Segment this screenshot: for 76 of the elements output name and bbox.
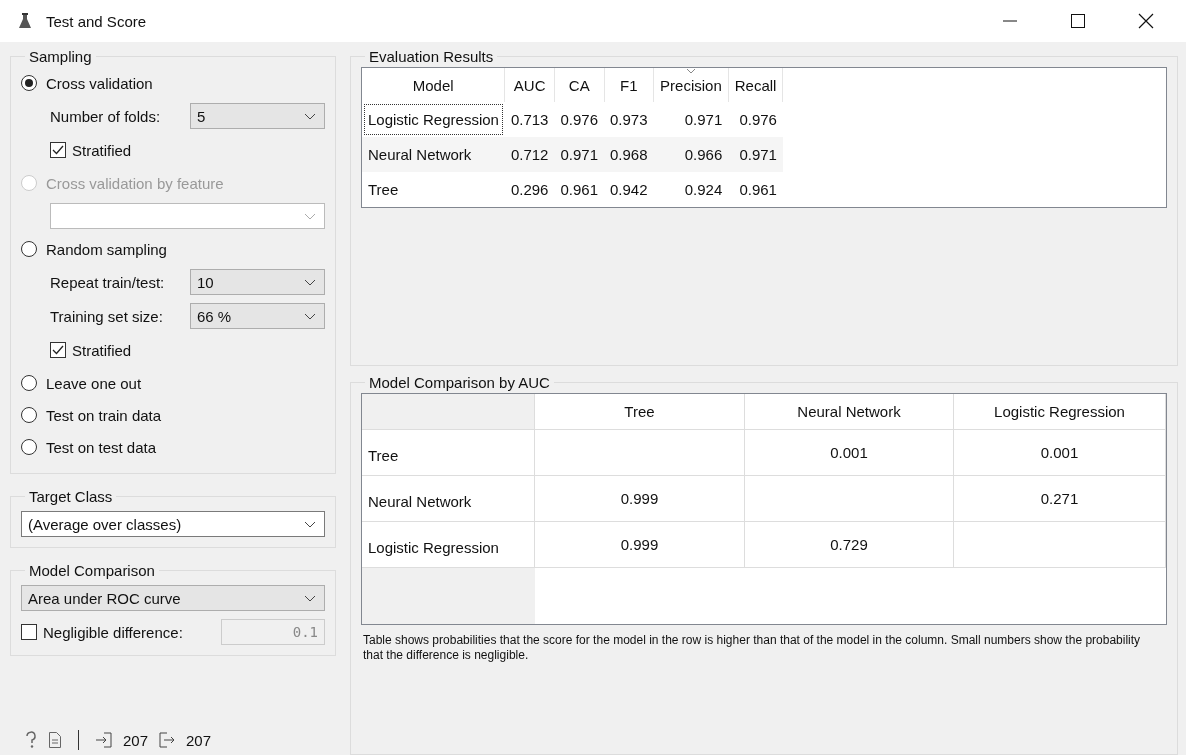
table-note: Table shows probabilities that the score for the model in the row is higher than that of the model in the column. Small numbers show the probability that the difference is negligible. [362,632,1142,663]
probability-cell: 0.999 [535,522,745,568]
model-name-cell: Logistic Regression [362,102,505,137]
checkbox[interactable]: Stratified [50,341,132,359]
group-title: Target Class [28,488,114,505]
field-label: Training set size: [50,307,164,325]
row-header: Logistic Regression [362,522,535,568]
group-title: Model Comparison by AUC [368,374,551,391]
score-cell: 0.976 [728,102,783,137]
column-header[interactable]: AUC [504,68,555,102]
radio-option[interactable]: Cross validation [21,67,325,99]
document-icon[interactable] [48,731,62,749]
flask-icon [18,12,32,30]
output-count: 207 [186,731,212,749]
chevron-down-icon [304,312,316,320]
score-cell: 0.713 [504,102,555,137]
maximize-icon[interactable] [1070,13,1086,29]
radio-option[interactable]: Test on train data [21,399,325,431]
radio-option[interactable]: Random sampling [21,233,325,265]
chevron-down-icon [304,594,316,602]
model-name-cell: Neural Network [362,137,505,172]
score-cell: 0.296 [504,172,555,207]
group-title: Sampling [28,48,93,65]
dropdown[interactable]: Area under ROC curve [21,585,325,611]
score-cell: 0.971 [728,137,783,172]
column-header: Tree [535,394,745,430]
score-cell: 0.942 [604,172,654,207]
dropdown[interactable]: 10 [190,269,325,295]
checkmark-icon [52,345,64,355]
radio-option[interactable]: Test on test data [21,431,325,463]
column-header[interactable]: Model [362,68,505,102]
column-header[interactable]: F1 [604,68,654,102]
window-title: Test and Score [46,12,147,30]
score-cell: 0.968 [604,137,654,172]
group-title: Model Comparison [28,562,156,579]
dropdown[interactable]: 5 [190,103,325,129]
score-cell: 0.966 [653,137,729,172]
chevron-down-icon [304,520,316,528]
close-icon[interactable] [1138,13,1154,29]
model-name-cell: Tree [362,172,505,207]
probability-cell: 0.001 [745,430,954,476]
output-icon [158,731,177,749]
probability-cell: 0.001 [954,430,1166,476]
probability-cell: 0.271 [954,476,1166,522]
score-cell: 0.924 [653,172,729,207]
column-header[interactable]: CA [554,68,604,102]
checkmark-icon [52,145,64,155]
column-header[interactable]: Precision [653,68,729,102]
radio-option[interactable]: Leave one out [21,367,325,399]
row-header: Neural Network [362,476,535,522]
help-icon[interactable] [24,731,38,749]
score-cell: 0.976 [554,102,604,137]
column-header: Neural Network [745,394,954,430]
field-label: Number of folds: [50,107,162,125]
chevron-down-icon [304,112,316,120]
score-cell: 0.971 [554,137,604,172]
chevron-down-icon [304,278,316,286]
score-cell: 0.973 [604,102,654,137]
chevron-down-icon [304,212,316,220]
checkbox[interactable]: Stratified [50,141,132,159]
score-cell: 0.712 [504,137,555,172]
score-cell: 0.961 [554,172,604,207]
checkbox[interactable]: Negligible difference: [21,623,183,641]
row-header: Tree [362,430,535,476]
probability-cell: 0.999 [535,476,745,522]
input-icon [95,731,113,749]
score-cell: 0.971 [653,102,729,137]
dropdown[interactable]: 66 % [190,303,325,329]
field-label: Repeat train/test: [50,273,166,291]
input-count: 207 [123,731,149,749]
probability-cell: 0.729 [745,522,954,568]
group-title: Evaluation Results [368,48,495,65]
column-header: Logistic Regression [954,394,1166,430]
dropdown[interactable]: (Average over classes) [21,511,325,537]
score-cell: 0.961 [728,172,783,207]
column-header[interactable]: Recall [728,68,783,102]
